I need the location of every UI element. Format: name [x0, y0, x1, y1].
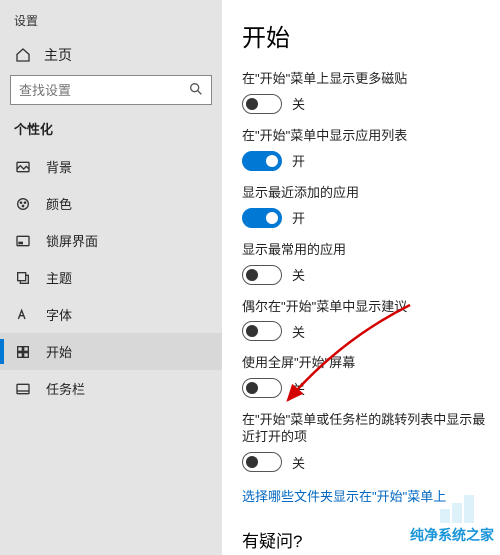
toggle-state-label: 开	[292, 208, 305, 227]
toggle-switch[interactable]	[242, 378, 282, 398]
sidebar-item-label: 字体	[46, 305, 72, 324]
toggle-knob	[246, 382, 258, 394]
toggle-switch[interactable]	[242, 452, 282, 472]
sidebar-item-colors[interactable]: 颜色	[0, 185, 222, 222]
sidebar-item-label: 锁屏界面	[46, 231, 98, 250]
toggle-switch[interactable]	[242, 208, 282, 228]
toggle-row: 关	[242, 265, 494, 285]
toggle-switch[interactable]	[242, 265, 282, 285]
lockscreen-icon	[14, 232, 32, 250]
sidebar-item-lockscreen[interactable]: 锁屏界面	[0, 222, 222, 259]
choose-folders-link[interactable]: 选择哪些文件夹显示在"开始"菜单上	[242, 486, 494, 505]
toggle-state-label: 开	[292, 151, 305, 170]
nav-home[interactable]: 主页	[0, 39, 222, 75]
toggle-row: 开	[242, 208, 494, 228]
toggle-state-label: 关	[292, 453, 305, 472]
toggle-state-label: 关	[292, 379, 305, 398]
sidebar-item-themes[interactable]: 主题	[0, 259, 222, 296]
sidebar-item-label: 主题	[46, 268, 72, 287]
page-title: 开始	[242, 18, 494, 53]
picture-icon	[14, 158, 32, 176]
setting-item: 在"开始"菜单上显示更多磁贴关	[242, 71, 494, 114]
setting-item: 显示最常用的应用关	[242, 242, 494, 285]
setting-item: 在"开始"菜单中显示应用列表开	[242, 128, 494, 171]
toggle-row: 关	[242, 378, 494, 398]
toggle-switch[interactable]	[242, 94, 282, 114]
sidebar-item-background[interactable]: 背景	[0, 148, 222, 185]
search-wrap	[10, 75, 212, 105]
toggle-knob	[246, 456, 258, 468]
sidebar-item-label: 背景	[46, 157, 72, 176]
setting-label: 使用全屏"开始"屏幕	[242, 355, 494, 372]
theme-icon	[14, 269, 32, 287]
toggle-switch[interactable]	[242, 321, 282, 341]
toggle-row: 关	[242, 321, 494, 341]
toggle-knob	[246, 269, 258, 281]
main-content: 开始 在"开始"菜单上显示更多磁贴关在"开始"菜单中显示应用列表开显示最近添加的…	[222, 0, 500, 555]
setting-label: 在"开始"菜单上显示更多磁贴	[242, 71, 494, 88]
sidebar-item-taskbar[interactable]: 任务栏	[0, 370, 222, 407]
toggle-knob	[246, 98, 258, 110]
toggle-row: 关	[242, 452, 494, 472]
toggle-switch[interactable]	[242, 151, 282, 171]
setting-item: 使用全屏"开始"屏幕关	[242, 355, 494, 398]
settings-sidebar: 设置 主页 个性化 背景 颜色 锁屏界面 主题	[0, 0, 222, 555]
toggle-knob	[266, 212, 278, 224]
sidebar-item-label: 颜色	[46, 194, 72, 213]
font-icon	[14, 306, 32, 324]
home-icon	[14, 46, 32, 64]
toggle-state-label: 关	[292, 94, 305, 113]
sidebar-item-fonts[interactable]: 字体	[0, 296, 222, 333]
setting-label: 偶尔在"开始"菜单中显示建议	[242, 299, 494, 316]
category-header: 个性化	[0, 119, 222, 148]
sidebar-item-label: 开始	[46, 342, 72, 361]
setting-label: 在"开始"菜单中显示应用列表	[242, 128, 494, 145]
help-section-title: 有疑问?	[242, 527, 494, 552]
app-title: 设置	[0, 8, 222, 39]
setting-item: 显示最近添加的应用开	[242, 185, 494, 228]
setting-label: 在"开始"菜单或任务栏的跳转列表中显示最近打开的项	[242, 412, 494, 446]
toggle-knob	[246, 325, 258, 337]
sidebar-item-start[interactable]: 开始	[0, 333, 222, 370]
start-icon	[14, 343, 32, 361]
toggle-knob	[266, 155, 278, 167]
setting-label: 显示最常用的应用	[242, 242, 494, 259]
nav-home-label: 主页	[44, 45, 72, 65]
setting-item: 偶尔在"开始"菜单中显示建议关	[242, 299, 494, 342]
toggle-row: 关	[242, 94, 494, 114]
palette-icon	[14, 195, 32, 213]
sidebar-item-label: 任务栏	[46, 379, 85, 398]
toggle-row: 开	[242, 151, 494, 171]
search-input[interactable]	[10, 75, 212, 105]
toggle-state-label: 关	[292, 265, 305, 284]
toggle-state-label: 关	[292, 322, 305, 341]
setting-label: 显示最近添加的应用	[242, 185, 494, 202]
setting-item: 在"开始"菜单或任务栏的跳转列表中显示最近打开的项关	[242, 412, 494, 472]
search-icon	[188, 81, 206, 99]
taskbar-icon	[14, 380, 32, 398]
